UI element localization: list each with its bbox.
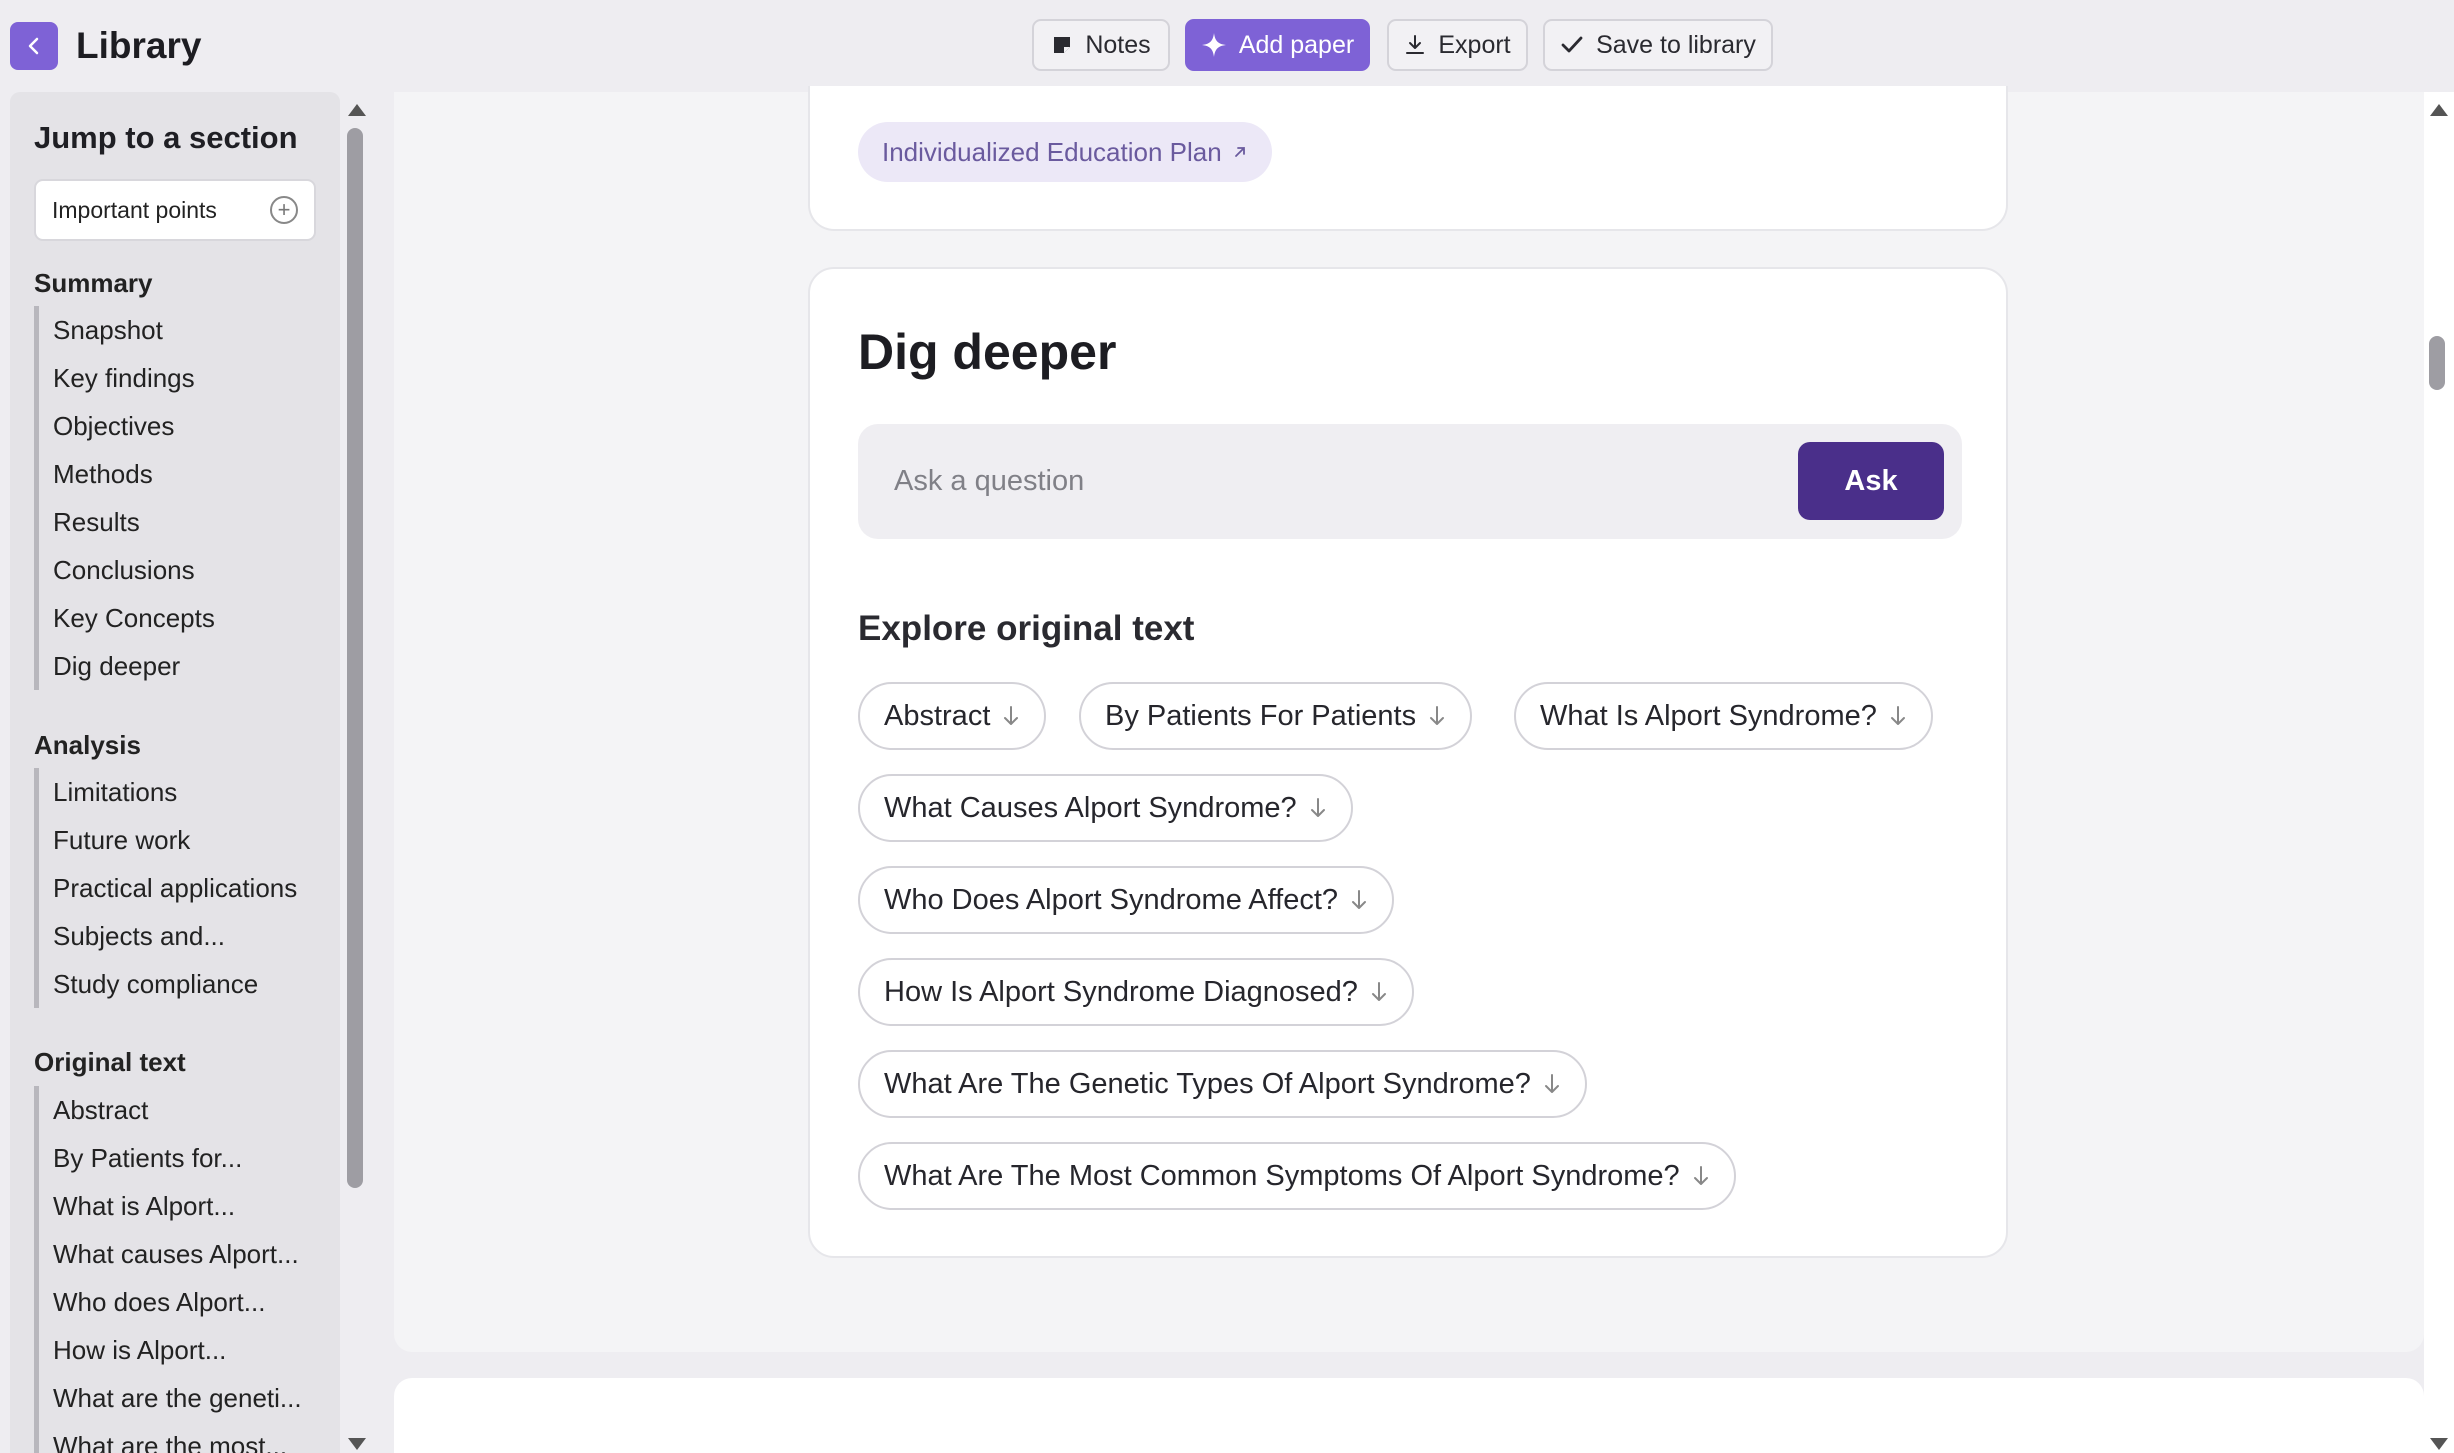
sidebar-item-who-does-alport[interactable]: Who does Alport... [39, 1278, 302, 1326]
sidebar-item-limitations[interactable]: Limitations [39, 768, 297, 816]
scroll-up-arrow-icon[interactable] [348, 104, 366, 116]
arrow-down-icon [1309, 797, 1327, 819]
original-text-group: Abstract By Patients for... What is Alpo… [34, 1086, 302, 1453]
chip-what-is-alport[interactable]: What Is Alport Syndrome? [1514, 682, 1933, 750]
sidebar-item-by-patients[interactable]: By Patients for... [39, 1134, 302, 1182]
sidebar-item-genetic-types[interactable]: What are the geneti... [39, 1374, 302, 1422]
chip-who-does-alport[interactable]: Who Does Alport Syndrome Affect? [858, 866, 1395, 934]
chip-label: Abstract [884, 699, 991, 732]
save-to-library-button[interactable]: Save to library [1543, 19, 1773, 71]
arrow-down-icon [1370, 981, 1388, 1003]
sidebar-item-what-is-alport[interactable]: What is Alport... [39, 1182, 302, 1230]
scroll-up-arrow-icon[interactable] [2430, 104, 2448, 116]
concept-link-label: Individualized Education Plan [882, 136, 1222, 167]
sidebar-item-study-compliance[interactable]: Study compliance [39, 960, 297, 1008]
important-points-label: Important points [52, 196, 217, 223]
arrow-down-icon [1692, 1165, 1710, 1187]
jump-to-section-title: Jump to a section [34, 120, 298, 155]
sidebar-item-most-common[interactable]: What are the most... [39, 1422, 302, 1453]
sidebar-item-what-causes-alport[interactable]: What causes Alport... [39, 1230, 302, 1278]
notes-icon [1054, 37, 1071, 53]
sidebar-item-conclusions[interactable]: Conclusions [39, 546, 215, 594]
scroll-down-arrow-icon[interactable] [2430, 1438, 2448, 1450]
important-points-button[interactable]: Important points + [34, 179, 316, 241]
arrow-down-icon [1889, 705, 1907, 727]
download-icon [1406, 35, 1425, 54]
sidebar-item-snapshot[interactable]: Snapshot [39, 306, 215, 354]
chip-label: Who Does Alport Syndrome Affect? [884, 883, 1339, 916]
sidebar-item-subjects[interactable]: Subjects and... [39, 912, 297, 960]
ask-button[interactable]: Ask [1798, 442, 1944, 520]
chevron-left-icon [28, 37, 39, 55]
sidebar-item-abstract[interactable]: Abstract [39, 1086, 302, 1134]
section-heading-original-text: Original text [34, 1047, 186, 1077]
sidebar-scrollbar[interactable] [340, 92, 370, 1453]
arrow-down-icon [1428, 705, 1446, 727]
chip-how-is-alport-diagnosed[interactable]: How Is Alport Syndrome Diagnosed? [858, 958, 1414, 1026]
export-label: Export [1438, 30, 1511, 59]
arrow-down-icon [1002, 705, 1020, 727]
back-button[interactable] [10, 22, 58, 70]
sidebar-item-methods[interactable]: Methods [39, 450, 215, 498]
analysis-group: Limitations Future work Practical applic… [34, 768, 297, 1008]
sidebar-item-future-work[interactable]: Future work [39, 816, 297, 864]
export-button[interactable]: Export [1387, 19, 1528, 71]
chip-genetic-types[interactable]: What Are The Genetic Types Of Alport Syn… [858, 1050, 1587, 1118]
chip-label: What Are The Most Common Symptoms Of Alp… [884, 1159, 1680, 1192]
arrow-down-icon [1543, 1073, 1561, 1095]
page-title: Library [76, 25, 202, 66]
add-circle-icon: + [270, 196, 298, 224]
dig-deeper-title: Dig deeper [858, 324, 1117, 380]
sidebar-item-how-is-alport[interactable]: How is Alport... [39, 1326, 302, 1374]
chip-what-causes-alport[interactable]: What Causes Alport Syndrome? [858, 774, 1353, 842]
chip-label: What Is Alport Syndrome? [1540, 699, 1877, 732]
summary-group: Snapshot Key findings Objectives Methods… [34, 306, 215, 690]
top-bar: Library Notes Add paper Export Save to l… [0, 0, 2454, 92]
add-paper-label: Add paper [1238, 30, 1355, 59]
save-label: Save to library [1596, 30, 1756, 59]
explore-original-text-title: Explore original text [858, 609, 1195, 648]
main-scroll-thumb[interactable] [2429, 336, 2445, 390]
chip-label: What Causes Alport Syndrome? [884, 791, 1297, 824]
add-paper-button[interactable]: Add paper [1185, 19, 1370, 71]
notes-label: Notes [1085, 30, 1151, 59]
concept-link-chip[interactable]: Individualized Education Plan [858, 122, 1272, 182]
main-scrollbar[interactable] [2424, 92, 2454, 1453]
chip-label: How Is Alport Syndrome Diagnosed? [884, 975, 1358, 1008]
sparkle-icon [1201, 33, 1226, 57]
check-icon [1561, 36, 1583, 53]
chip-abstract[interactable]: Abstract [858, 682, 1047, 750]
key-concepts-card: Individualized Education Plan [808, 86, 2008, 231]
chip-label: What Are The Genetic Types Of Alport Syn… [884, 1067, 1531, 1100]
section-heading-summary: Summary [34, 268, 153, 298]
dig-deeper-card: Dig deeper Ask Explore original text Abs… [808, 267, 2008, 1258]
chip-label: By Patients For Patients [1105, 699, 1417, 732]
chip-most-common-symptoms[interactable]: What Are The Most Common Symptoms Of Alp… [858, 1142, 1736, 1210]
sidebar-scroll-thumb[interactable] [347, 128, 363, 1188]
next-panel [394, 1378, 2424, 1453]
sidebar-item-results[interactable]: Results [39, 498, 215, 546]
notes-button[interactable]: Notes [1032, 19, 1170, 71]
chip-by-patients[interactable]: By Patients For Patients [1079, 682, 1473, 750]
sidebar-item-dig-deeper[interactable]: Dig deeper [39, 642, 215, 690]
sidebar: Jump to a section Important points + Sum… [10, 92, 340, 1453]
sidebar-item-practical-applications[interactable]: Practical applications [39, 864, 297, 912]
ask-question-input[interactable] [894, 454, 1794, 508]
sidebar-item-objectives[interactable]: Objectives [39, 402, 215, 450]
external-arrow-icon [1234, 147, 1245, 157]
scroll-down-arrow-icon[interactable] [348, 1438, 366, 1450]
sidebar-item-key-findings[interactable]: Key findings [39, 354, 215, 402]
sidebar-item-key-concepts[interactable]: Key Concepts [39, 594, 215, 642]
arrow-down-icon [1350, 889, 1368, 911]
section-heading-analysis: Analysis [34, 730, 141, 760]
ask-question-box: Ask [858, 424, 1962, 539]
